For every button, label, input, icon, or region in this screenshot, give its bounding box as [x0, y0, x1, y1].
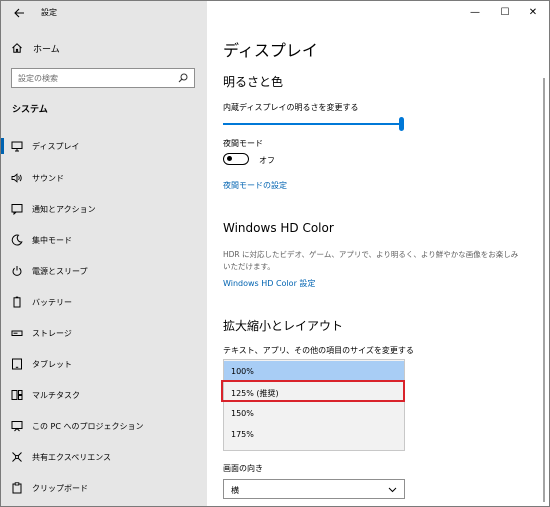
scale-label: テキスト、アプリ、その他の項目のサイズを変更する: [223, 346, 414, 355]
option-label: 175%: [231, 430, 254, 439]
sidebar-item-label: サウンド: [32, 174, 64, 183]
close-button[interactable]: ✕: [521, 4, 545, 20]
hd-color-settings-link[interactable]: Windows HD Color 設定: [223, 278, 315, 289]
projection-icon: [11, 420, 23, 432]
chevron-down-icon: [388, 485, 397, 494]
window-title: 設定: [41, 8, 57, 17]
toggle-knob: [227, 156, 232, 161]
storage-icon: [11, 327, 23, 339]
speaker-icon: [11, 172, 23, 184]
hd-color-heading: Windows HD Color: [223, 221, 334, 235]
clipboard-icon: [11, 482, 23, 494]
sidebar-item-sound[interactable]: サウンド: [1, 167, 207, 189]
sidebar-item-tablet[interactable]: タブレット: [1, 353, 207, 375]
orientation-select[interactable]: 横: [223, 479, 405, 499]
scrollbar[interactable]: [543, 78, 545, 502]
sidebar-item-label: この PC へのプロジェクション: [32, 422, 144, 431]
sidebar: 設定 ホーム システム ディスプレイ サウンド: [1, 1, 207, 506]
power-icon: [11, 265, 23, 277]
sidebar-item-label: マルチタスク: [32, 391, 80, 400]
sidebar-item-clipboard[interactable]: クリップボード: [1, 477, 207, 499]
sidebar-item-focus-mode[interactable]: 集中モード: [1, 229, 207, 251]
sidebar-item-battery[interactable]: バッテリー: [1, 291, 207, 313]
sidebar-item-home[interactable]: ホーム: [1, 38, 207, 58]
minimize-button[interactable]: —: [463, 4, 487, 20]
sidebar-item-label: 通知とアクション: [32, 205, 96, 214]
multitask-icon: [11, 389, 23, 401]
sidebar-item-power-sleep[interactable]: 電源とスリープ: [1, 260, 207, 282]
sidebar-item-label: バッテリー: [32, 298, 72, 307]
brightness-heading: 明るさと色: [223, 75, 284, 89]
sidebar-item-label: 共有エクスペリエンス: [32, 453, 112, 462]
brightness-slider-label: 内蔵ディスプレイの明るさを変更する: [223, 103, 359, 112]
scale-option-175[interactable]: 175%: [224, 424, 404, 445]
sidebar-item-label: ストレージ: [32, 329, 72, 338]
sidebar-item-storage[interactable]: ストレージ: [1, 322, 207, 344]
back-icon[interactable]: [12, 6, 26, 20]
tablet-icon: [11, 358, 23, 370]
share-icon: [11, 451, 23, 463]
sidebar-section-title: システム: [12, 105, 48, 115]
page-title: ディスプレイ: [223, 41, 318, 60]
sidebar-item-label: 集中モード: [32, 236, 72, 245]
scale-option-150[interactable]: 150%: [224, 403, 404, 424]
sidebar-item-display[interactable]: ディスプレイ: [1, 135, 207, 157]
orientation-value: 横: [231, 486, 239, 495]
highlight-box: [221, 380, 405, 402]
home-icon: [11, 42, 23, 54]
night-mode-label: 夜間モード: [223, 139, 263, 148]
option-label: 150%: [231, 409, 254, 418]
sidebar-item-label: クリップボード: [32, 484, 88, 493]
orientation-label: 画面の向き: [223, 464, 263, 473]
main-content: — ☐ ✕ ディスプレイ 明るさと色 内蔵ディスプレイの明るさを変更する 夜間モ…: [207, 1, 549, 506]
search-box[interactable]: [11, 68, 195, 88]
scale-dropdown-list[interactable]: 100% 125% (推奨) 150% 175%: [223, 359, 405, 451]
notification-icon: [11, 203, 23, 215]
settings-window: 設定 ホーム システム ディスプレイ サウンド: [0, 0, 550, 507]
scale-layout-heading: 拡大縮小とレイアウト: [223, 319, 344, 333]
sidebar-item-multitask[interactable]: マルチタスク: [1, 384, 207, 406]
monitor-icon: [11, 140, 23, 152]
night-mode-state: オフ: [259, 156, 275, 165]
slider-track[interactable]: [223, 123, 399, 125]
hd-color-description: HDR に対応したビデオ、ゲーム、アプリで、より明るく、より鮮やかな画像をお楽し…: [223, 250, 519, 271]
night-mode-settings-link[interactable]: 夜間モードの設定: [223, 180, 287, 191]
sidebar-item-label: タブレット: [32, 360, 72, 369]
sidebar-item-label: ディスプレイ: [32, 142, 80, 151]
slider-thumb[interactable]: [399, 117, 404, 131]
brightness-slider[interactable]: [223, 116, 405, 132]
sidebar-item-shared-experiences[interactable]: 共有エクスペリエンス: [1, 446, 207, 468]
moon-icon: [11, 234, 23, 246]
maximize-button[interactable]: ☐: [493, 4, 517, 20]
sidebar-item-notifications[interactable]: 通知とアクション: [1, 198, 207, 220]
night-mode-toggle[interactable]: [223, 153, 249, 165]
battery-icon: [11, 296, 23, 308]
sidebar-item-label: ホーム: [33, 45, 60, 55]
option-label: 100%: [231, 367, 254, 376]
search-input[interactable]: [18, 71, 168, 85]
sidebar-item-projection[interactable]: この PC へのプロジェクション: [1, 415, 207, 437]
sidebar-item-label: 電源とスリープ: [32, 267, 88, 276]
search-icon[interactable]: [178, 73, 188, 83]
scale-option-100[interactable]: 100%: [224, 361, 404, 382]
